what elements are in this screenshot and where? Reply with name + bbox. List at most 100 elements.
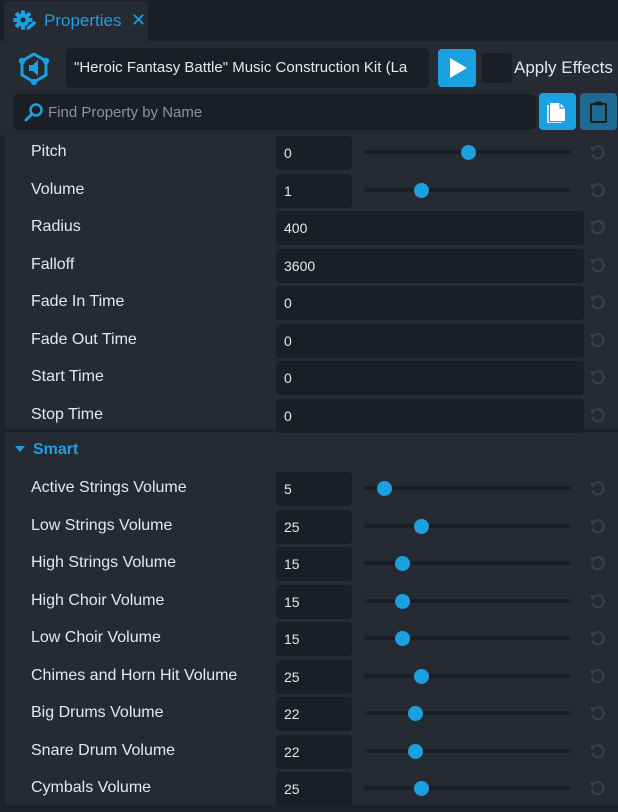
play-button[interactable] <box>438 49 476 87</box>
section-title: Smart <box>33 441 79 458</box>
property-value-input[interactable]: 1 <box>276 173 352 208</box>
reset-icon[interactable] <box>589 705 606 722</box>
property-value-input[interactable]: 5 <box>276 472 352 506</box>
property-row: Active Strings Volume 5 <box>0 470 618 507</box>
slider-track <box>364 748 571 753</box>
property-label: Pitch <box>31 143 67 160</box>
property-row: Chimes and Horn Hit Volume 25 <box>0 658 618 695</box>
property-row: Start Time 0 <box>0 359 618 396</box>
slider-thumb[interactable] <box>460 145 476 160</box>
property-slider[interactable] <box>364 182 571 198</box>
property-value-input[interactable]: 0 <box>276 286 584 320</box>
property-value-input[interactable]: 15 <box>276 547 352 581</box>
property-label: Volume <box>31 180 85 198</box>
property-value-input[interactable]: 3600 <box>276 248 584 283</box>
slider-thumb[interactable] <box>407 743 423 759</box>
reset-icon[interactable] <box>589 144 606 161</box>
slider-thumb[interactable] <box>413 518 429 534</box>
slider-thumb[interactable] <box>395 593 411 609</box>
reset-icon[interactable] <box>589 369 606 386</box>
object-header: "Heroic Fantasy Battle" Music Constructi… <box>0 41 618 93</box>
property-label: Active Strings Volume <box>31 479 187 496</box>
slider-thumb[interactable] <box>395 631 411 646</box>
property-slider[interactable] <box>364 631 571 646</box>
property-slider[interactable] <box>364 706 571 721</box>
reset-icon[interactable] <box>589 257 606 274</box>
slider-thumb[interactable] <box>395 556 411 571</box>
property-value-input[interactable]: 0 <box>276 136 352 170</box>
property-row: Falloff 3600 <box>0 247 618 284</box>
reset-icon[interactable] <box>589 480 606 497</box>
search-box <box>13 94 536 130</box>
property-slider[interactable] <box>364 556 571 571</box>
reset-icon[interactable] <box>589 593 606 610</box>
property-value-input[interactable]: 0 <box>276 323 584 358</box>
apply-effects-label: Apply Effects <box>514 58 613 77</box>
search-icon <box>24 102 44 122</box>
audio-hexagon-icon <box>18 51 50 86</box>
property-slider[interactable] <box>364 481 571 496</box>
property-label: Chimes and Horn Hit Volume <box>31 666 238 684</box>
property-value-input[interactable]: 25 <box>276 659 352 694</box>
reset-icon[interactable] <box>589 294 606 311</box>
property-list: Smart Pitch 0 Volume 1 Radius 400 Falloff 3600 F… <box>0 135 618 812</box>
property-label: Falloff <box>31 255 75 273</box>
slider-thumb[interactable] <box>413 781 429 796</box>
slider-track <box>364 786 571 790</box>
reset-icon[interactable] <box>589 780 606 797</box>
property-label: Fade Out Time <box>31 330 137 348</box>
property-row: Fade In Time 0 <box>0 284 618 321</box>
section-header-smart[interactable]: Smart <box>0 432 618 468</box>
reset-icon[interactable] <box>589 182 606 199</box>
property-slider[interactable] <box>364 518 571 534</box>
play-icon <box>450 58 467 78</box>
reset-icon[interactable] <box>589 668 606 685</box>
slider-thumb[interactable] <box>413 668 429 684</box>
reset-icon[interactable] <box>589 743 606 760</box>
reset-icon[interactable] <box>589 332 606 349</box>
property-slider[interactable] <box>364 145 571 160</box>
property-label: Cymbals Volume <box>31 779 152 796</box>
properties-panel: "Heroic Fantasy Battle" Music Constructi… <box>0 41 618 812</box>
property-value-input[interactable]: 0 <box>276 361 584 395</box>
tab-properties[interactable]: Properties ✕ <box>4 1 148 42</box>
reset-icon[interactable] <box>589 219 606 236</box>
property-value-input[interactable]: 400 <box>276 211 584 245</box>
property-label: Radius <box>31 218 81 235</box>
slider-track <box>364 486 571 490</box>
slider-track <box>364 523 571 528</box>
search-input[interactable] <box>48 94 528 130</box>
object-name-field[interactable]: "Heroic Fantasy Battle" Music Constructi… <box>66 48 429 88</box>
property-value-input[interactable]: 25 <box>276 509 352 544</box>
property-value-input[interactable]: 15 <box>276 622 352 656</box>
close-icon[interactable]: ✕ <box>131 10 146 31</box>
clipboard-icon <box>590 101 607 123</box>
slider-thumb[interactable] <box>413 182 429 198</box>
copy-icon <box>547 103 565 123</box>
property-label: High Strings Volume <box>31 554 176 571</box>
property-slider[interactable] <box>364 668 571 684</box>
property-value-input[interactable]: 25 <box>276 772 352 806</box>
property-value-input[interactable]: 15 <box>276 584 352 619</box>
property-value-input[interactable]: 0 <box>276 398 584 433</box>
copy-button[interactable] <box>539 93 576 130</box>
property-value-input[interactable]: 22 <box>276 697 352 731</box>
reset-icon[interactable] <box>589 407 606 424</box>
reset-icon[interactable] <box>589 518 606 535</box>
property-label: Start Time <box>31 368 104 385</box>
slider-thumb[interactable] <box>407 706 423 721</box>
paste-button[interactable] <box>580 93 617 130</box>
reset-icon[interactable] <box>589 555 606 572</box>
slider-track <box>364 673 571 678</box>
reset-icon[interactable] <box>589 630 606 647</box>
tab-bar: Properties ✕ <box>0 0 618 42</box>
slider-thumb[interactable] <box>376 481 392 496</box>
tab-title: Properties <box>44 11 122 30</box>
property-value-input[interactable]: 22 <box>276 734 352 769</box>
property-row: Radius 400 <box>0 209 618 246</box>
property-slider[interactable] <box>364 743 571 759</box>
property-slider[interactable] <box>364 781 571 796</box>
property-label: High Choir Volume <box>31 591 165 609</box>
apply-effects-checkbox[interactable] <box>482 53 512 83</box>
property-slider[interactable] <box>364 593 571 609</box>
